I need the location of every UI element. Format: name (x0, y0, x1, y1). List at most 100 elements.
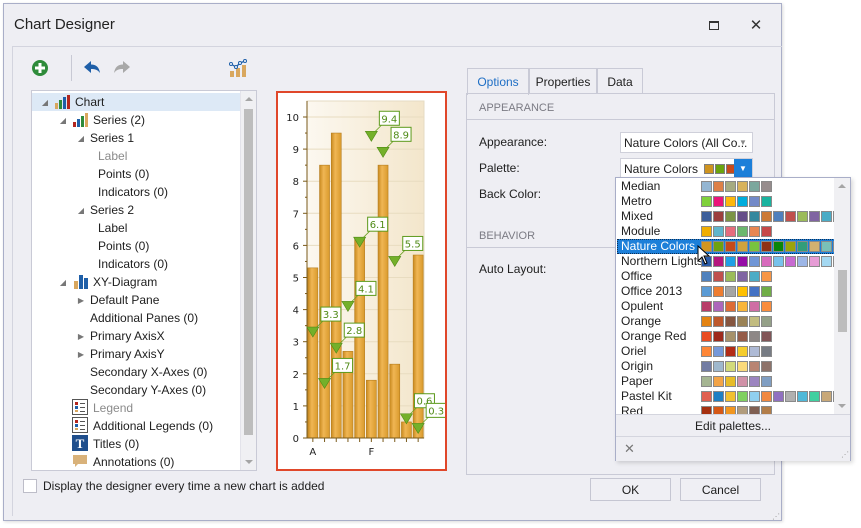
palette-item[interactable]: Office 2013 (617, 284, 835, 299)
tree-item[interactable]: ▶ Default Pane (32, 291, 240, 309)
color-swatch (725, 346, 736, 357)
palette-swatches (701, 301, 773, 312)
appearance-combo[interactable]: Nature Colors (All Co... ▼ (620, 132, 753, 153)
tree-item[interactable]: Label (32, 219, 240, 237)
chart-elements-tree[interactable]: ◢ Chart ◢ Series (2) ◢ Series 1 Label Points (0… (31, 90, 257, 471)
window-title: Chart Designer (14, 16, 115, 33)
add-button[interactable] (29, 57, 51, 79)
toolbar (27, 53, 267, 83)
tree-item-label: Annotations (0) (93, 455, 175, 469)
color-swatch (749, 226, 760, 237)
tree-item[interactable]: Points (0) (32, 237, 240, 255)
cancel-button[interactable]: Cancel (680, 478, 761, 501)
expanded-arrow-icon[interactable]: ◢ (76, 134, 86, 143)
tree-item-label: Secondary X-Axes (0) (90, 365, 208, 379)
scroll-down-icon[interactable] (838, 404, 846, 408)
color-swatch (737, 196, 748, 207)
palette-item[interactable]: Oriel (617, 344, 835, 359)
undo-button[interactable] (81, 57, 103, 79)
tab-properties[interactable]: Properties (529, 68, 597, 94)
undo-icon (84, 61, 100, 73)
tree-item[interactable]: Secondary Y-Axes (0) (32, 381, 240, 399)
color-swatch (701, 271, 712, 282)
color-swatch (809, 211, 820, 222)
palette-item[interactable]: Mixed (617, 209, 836, 224)
palette-dropdown[interactable]: Median Metro Mixed Module Nature Colors North… (615, 177, 851, 461)
bar (401, 421, 412, 439)
tree-item[interactable]: Additional Panes (0) (32, 309, 240, 327)
show-designer-checkbox[interactable] (23, 479, 37, 493)
tree-item[interactable]: ◢ Series 2 (32, 201, 240, 219)
palette-item[interactable]: Module (617, 224, 835, 239)
tree-item[interactable]: Additional Legends (0) (32, 417, 240, 435)
palette-item[interactable]: Orange (617, 314, 835, 329)
maximize-button[interactable] (704, 16, 724, 34)
palette-item[interactable]: Red (617, 404, 835, 414)
redo-button[interactable] (111, 57, 133, 79)
resize-grip-icon[interactable]: ⋰ (772, 512, 859, 526)
chart-wizard-button[interactable] (227, 57, 249, 79)
color-swatch (713, 241, 724, 252)
legend-icon (72, 417, 90, 433)
tree-item[interactable]: Indicators (0) (32, 183, 240, 201)
expanded-arrow-icon[interactable]: ◢ (58, 116, 68, 125)
tree-item[interactable]: T Titles (0) (32, 435, 240, 453)
close-icon[interactable]: ✕ (624, 441, 635, 457)
tree-item[interactable]: Points (0) (32, 165, 240, 183)
resize-grip-icon[interactable]: ⋰ (841, 450, 849, 459)
bar (389, 363, 401, 439)
palette-swatches (701, 181, 773, 192)
color-swatch (749, 376, 760, 387)
expanded-arrow-icon[interactable]: ◢ (76, 206, 86, 215)
expanded-arrow-icon[interactable]: ◢ (40, 98, 50, 107)
palette-item[interactable]: Median (617, 179, 835, 194)
palette-item[interactable]: Office (617, 269, 835, 284)
palette-item[interactable]: Northern Lights (617, 254, 836, 269)
palette-item[interactable]: Orange Red (617, 329, 835, 344)
color-swatch (701, 376, 712, 387)
show-designer-checkbox-row[interactable]: Display the designer every time a new ch… (23, 479, 324, 493)
tree-item[interactable]: ◢ Chart (32, 93, 240, 111)
color-swatch (773, 256, 784, 267)
tree-item[interactable]: Secondary X-Axes (0) (32, 363, 240, 381)
color-swatch (821, 256, 832, 267)
palette-combo[interactable]: Nature Colors ▼ (620, 158, 753, 179)
tree-item[interactable]: Indicators (0) (32, 255, 240, 273)
tab-data[interactable]: Data (597, 68, 643, 94)
scroll-thumb[interactable] (838, 270, 847, 332)
chevron-down-icon[interactable]: ▼ (734, 159, 752, 178)
tree-item[interactable]: ◢ Series 1 (32, 129, 240, 147)
ok-button[interactable]: OK (590, 478, 671, 501)
tree-item[interactable]: Annotations (0) (32, 453, 240, 471)
scroll-thumb[interactable] (244, 109, 253, 435)
edit-palettes-button[interactable]: Edit palettes... (616, 414, 850, 436)
tree-item[interactable]: ◢ Series (2) (32, 111, 240, 129)
palette-item[interactable]: Opulent (617, 299, 835, 314)
palette-item[interactable]: Pastel Kit (617, 389, 836, 404)
scroll-up-icon[interactable] (245, 97, 253, 101)
scroll-down-icon[interactable] (245, 460, 253, 464)
color-swatch (701, 316, 712, 327)
tab-options[interactable]: Options (467, 68, 529, 95)
palette-item[interactable]: Origin (617, 359, 835, 374)
palette-scrollbar[interactable] (834, 178, 850, 414)
expanded-arrow-icon[interactable]: ◢ (58, 278, 68, 287)
point-label: 5.5 (405, 239, 421, 250)
scroll-up-icon[interactable] (838, 184, 846, 188)
color-swatch (749, 301, 760, 312)
collapsed-arrow-icon[interactable]: ▶ (76, 350, 86, 359)
palette-item[interactable]: Paper (617, 374, 835, 389)
tree-item[interactable]: ▶ Primary AxisY (32, 345, 240, 363)
tree-item[interactable]: Legend (32, 399, 240, 417)
tree-item[interactable]: ◢ XY-Diagram (32, 273, 240, 291)
tree-item[interactable]: Label (32, 147, 240, 165)
collapsed-arrow-icon[interactable]: ▶ (76, 332, 86, 341)
close-button[interactable]: ✕ (746, 16, 766, 34)
tree-item[interactable]: ▶ Primary AxisX (32, 327, 240, 345)
chevron-down-icon[interactable]: ▼ (734, 133, 752, 152)
palette-list[interactable]: Median Metro Mixed Module Nature Colors North… (616, 178, 836, 414)
collapsed-arrow-icon[interactable]: ▶ (76, 296, 86, 305)
palette-item[interactable]: Nature Colors (617, 239, 836, 254)
palette-item[interactable]: Metro (617, 194, 835, 209)
tree-scrollbar[interactable] (240, 91, 256, 470)
